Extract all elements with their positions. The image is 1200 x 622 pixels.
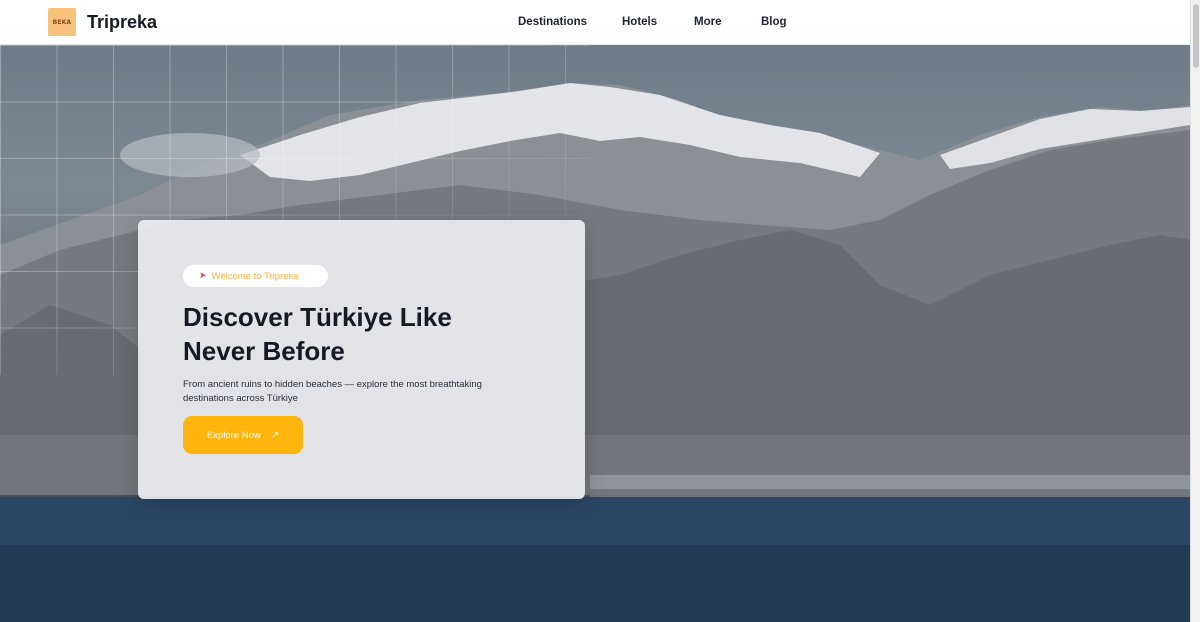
site-header: BEKA Tripreka Destinations Hotels More B…: [0, 0, 1190, 45]
arrow-up-right-icon: ↗: [270, 429, 280, 441]
nav-destinations[interactable]: Destinations: [518, 16, 587, 28]
hero-headline-line2: Never Before: [183, 336, 345, 366]
welcome-badge-label: Welcome to Tripreka: [211, 270, 299, 282]
hero-subtext-line2: destinations across Türkiye: [183, 393, 298, 404]
hero-headline-line1: Discover Türkiye Like: [183, 302, 452, 332]
nav-more[interactable]: More: [694, 16, 721, 28]
nav-blog[interactable]: Blog: [761, 16, 787, 28]
coastline-city-shadow: [590, 489, 1190, 497]
hero-subtext: From ancient ruins to hidden beaches — e…: [183, 378, 513, 406]
hero-card: ➤ Welcome to Tripreka Discover Türkiye L…: [138, 220, 585, 499]
scrollbar-thumb[interactable]: [1193, 4, 1199, 68]
hero-headline: Discover Türkiye Like Never Before: [183, 300, 523, 368]
explore-now-button[interactable]: Explore Now ↗: [183, 416, 303, 454]
page-scrollbar[interactable]: [1190, 0, 1200, 622]
welcome-badge: ➤ Welcome to Tripreka: [183, 265, 328, 287]
sea-depth: [0, 545, 1190, 622]
main-nav: Destinations Hotels More Blog: [0, 16, 1190, 30]
rocket-icon: ➤: [199, 271, 207, 281]
explore-now-label: Explore Now: [206, 429, 261, 441]
hero-subtext-line1: From ancient ruins to hidden beaches — e…: [183, 379, 482, 390]
nav-hotels[interactable]: Hotels: [622, 16, 657, 28]
hero-section: ➤ Welcome to Tripreka Discover Türkiye L…: [0, 45, 1190, 622]
